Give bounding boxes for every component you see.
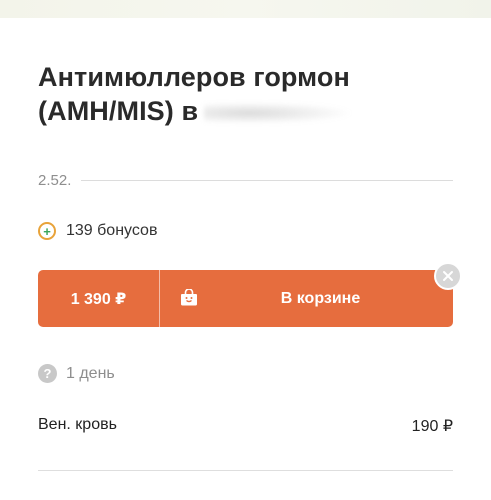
- in-cart-button[interactable]: В корзине: [160, 270, 453, 327]
- top-banner-strip: [0, 0, 491, 18]
- bonus-row: + 139 бонусов: [38, 222, 157, 240]
- product-title-line-2: (AMH/MIS) в: [38, 96, 199, 126]
- question-icon[interactable]: ?: [38, 364, 57, 383]
- turnaround-time: 1 день: [66, 364, 115, 382]
- biomaterial-name: Вен. кровь: [38, 416, 117, 433]
- remove-from-cart-button[interactable]: [434, 262, 462, 290]
- turnaround-row: ? 1 день: [38, 364, 115, 383]
- blurred-text: [204, 101, 355, 124]
- product-title: Антимюллеров гормон (AMH/MIS) в: [38, 60, 458, 128]
- plus-circle-icon: +: [38, 222, 56, 240]
- product-code-row: 2.52.: [38, 170, 453, 190]
- bonus-text: 139 бонусов: [66, 222, 158, 239]
- biomaterial-row: Вен. кровь 190 ₽: [38, 416, 453, 436]
- divider: [81, 179, 453, 181]
- biomaterial-price: 190 ₽: [411, 418, 453, 435]
- close-icon: [443, 271, 453, 281]
- product-code: 2.52.: [38, 171, 72, 189]
- divider: [38, 470, 453, 471]
- price-button[interactable]: 1 390 ₽: [38, 270, 160, 327]
- cart-action-bar: 1 390 ₽ В корзине: [38, 270, 453, 327]
- product-title-line-1: Антимюллеров гормон: [38, 62, 350, 92]
- in-cart-label: В корзине: [280, 289, 361, 307]
